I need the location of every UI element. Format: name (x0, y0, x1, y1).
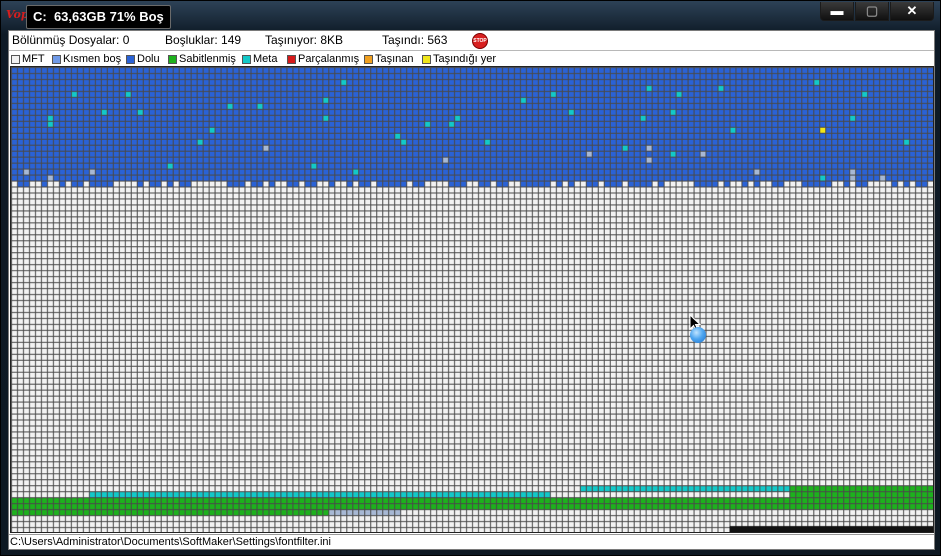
legend-label-pinned: Sabitlenmiş (179, 53, 236, 65)
minimize-button[interactable]: ▬ (820, 2, 854, 21)
restore-button[interactable]: ▢ (855, 2, 889, 21)
defrag-window: Vopt C: 63,63GB 71% Boş ▬ ▢ ✕ Bölünmüş D… (0, 0, 941, 556)
legend-label-moved-to: Taşındığı yer (433, 53, 496, 65)
legend-item-moved-to: Taşındığı yer (422, 52, 496, 66)
legend-label-moving: Taşınan (375, 53, 414, 65)
legend-label-used: Dolu (137, 53, 160, 65)
legend-swatch-moving (364, 54, 373, 64)
legend-item-fragmented: Parçalanmış (287, 52, 359, 66)
title-bar[interactable]: Vopt C: 63,63GB 71% Boş ▬ ▢ ✕ (1, 1, 940, 31)
busy-spinner-icon (690, 327, 706, 343)
window-controls: ▬ ▢ ✕ (819, 2, 934, 22)
legend-label-meta: Meta (253, 53, 278, 65)
legend-swatch-pinned (168, 54, 177, 64)
current-file-path: C:\Users\Administrator\Documents\SoftMak… (10, 536, 331, 548)
legend-item-moving: Taşınan (364, 52, 414, 66)
legend-item-partial: Kısmen boş (52, 52, 121, 66)
close-button[interactable]: ✕ (890, 2, 934, 21)
moving-stat: Taşınıyor: 8KB (265, 33, 344, 47)
moved-stat: Taşındı: 563 (382, 33, 448, 47)
legend-swatch-meta (242, 54, 251, 64)
legend-label-partial: Kısmen boş (63, 53, 122, 65)
legend-item-meta: Meta (242, 52, 277, 66)
legend-swatch-moved-to (422, 54, 431, 64)
legend-item-used: Dolu (126, 52, 160, 66)
legend-swatch-mft (11, 54, 20, 64)
legend-label-mft: MFT (22, 53, 45, 65)
drive-title: C: 63,63GB 71% Boş (26, 5, 171, 29)
status-bar: C:\Users\Administrator\Documents\SoftMak… (9, 534, 934, 549)
client-area: Bölünmüş Dosyalar: 0 Boşluklar: 149 Taşı… (8, 30, 935, 550)
stop-icon[interactable]: STOP (472, 33, 488, 49)
legend-item-pinned: Sabitlenmiş (168, 52, 236, 66)
legend-swatch-partial (52, 54, 61, 64)
legend-label-fragmented: Parçalanmış (298, 53, 360, 65)
fragmented-files-stat: Bölünmüş Dosyalar: 0 (12, 33, 130, 47)
disk-cluster-map[interactable] (10, 66, 934, 533)
gaps-stat: Boşluklar: 149 (165, 33, 242, 47)
legend-swatch-used (126, 54, 135, 64)
legend-item-mft: MFT (11, 52, 45, 66)
legend: MFT Kısmen boş Dolu Sabitlenmiş Meta Par… (9, 50, 934, 65)
stats-bar: Bölünmüş Dosyalar: 0 Boşluklar: 149 Taşı… (9, 31, 934, 50)
legend-swatch-fragmented (287, 54, 296, 64)
